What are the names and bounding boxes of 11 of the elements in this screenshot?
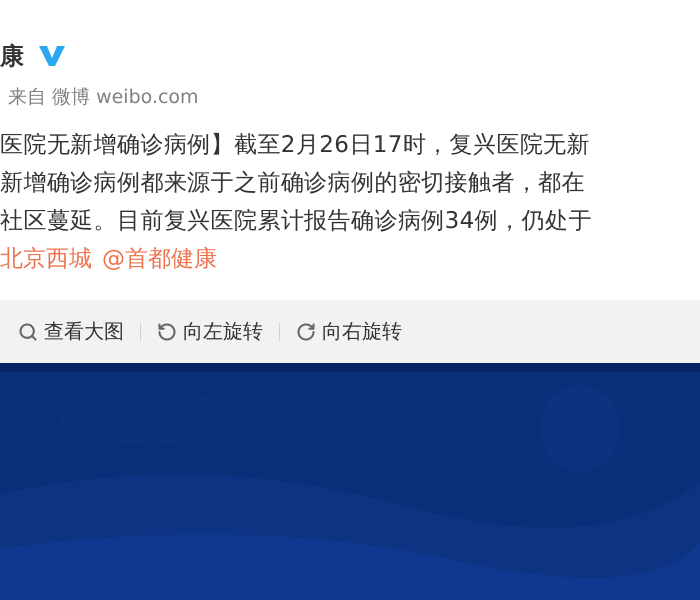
post-source: 来自 微博 weibo.com <box>7 85 200 110</box>
toolbar-button[interactable]: 查看大图 <box>18 318 124 345</box>
author-name[interactable]: 康 <box>0 40 24 72</box>
rotate-right-icon <box>296 322 316 342</box>
toolbar-button[interactable]: 向左旋转 <box>157 318 263 345</box>
post-text: 医院无新增确诊病例】截至2月26日17时，复兴医院无新 <box>0 131 591 160</box>
post-text: 新增确诊病例都来源于之前确诊病例的密切接触者，都在 <box>0 169 586 198</box>
post-text: 社区蔓延。目前复兴医院累计报告确诊病例34例，仍处于 <box>0 207 593 236</box>
rotate-left-icon <box>157 322 177 342</box>
search-icon <box>18 322 38 342</box>
toolbar-button[interactable]: 向右旋转 <box>296 318 402 345</box>
